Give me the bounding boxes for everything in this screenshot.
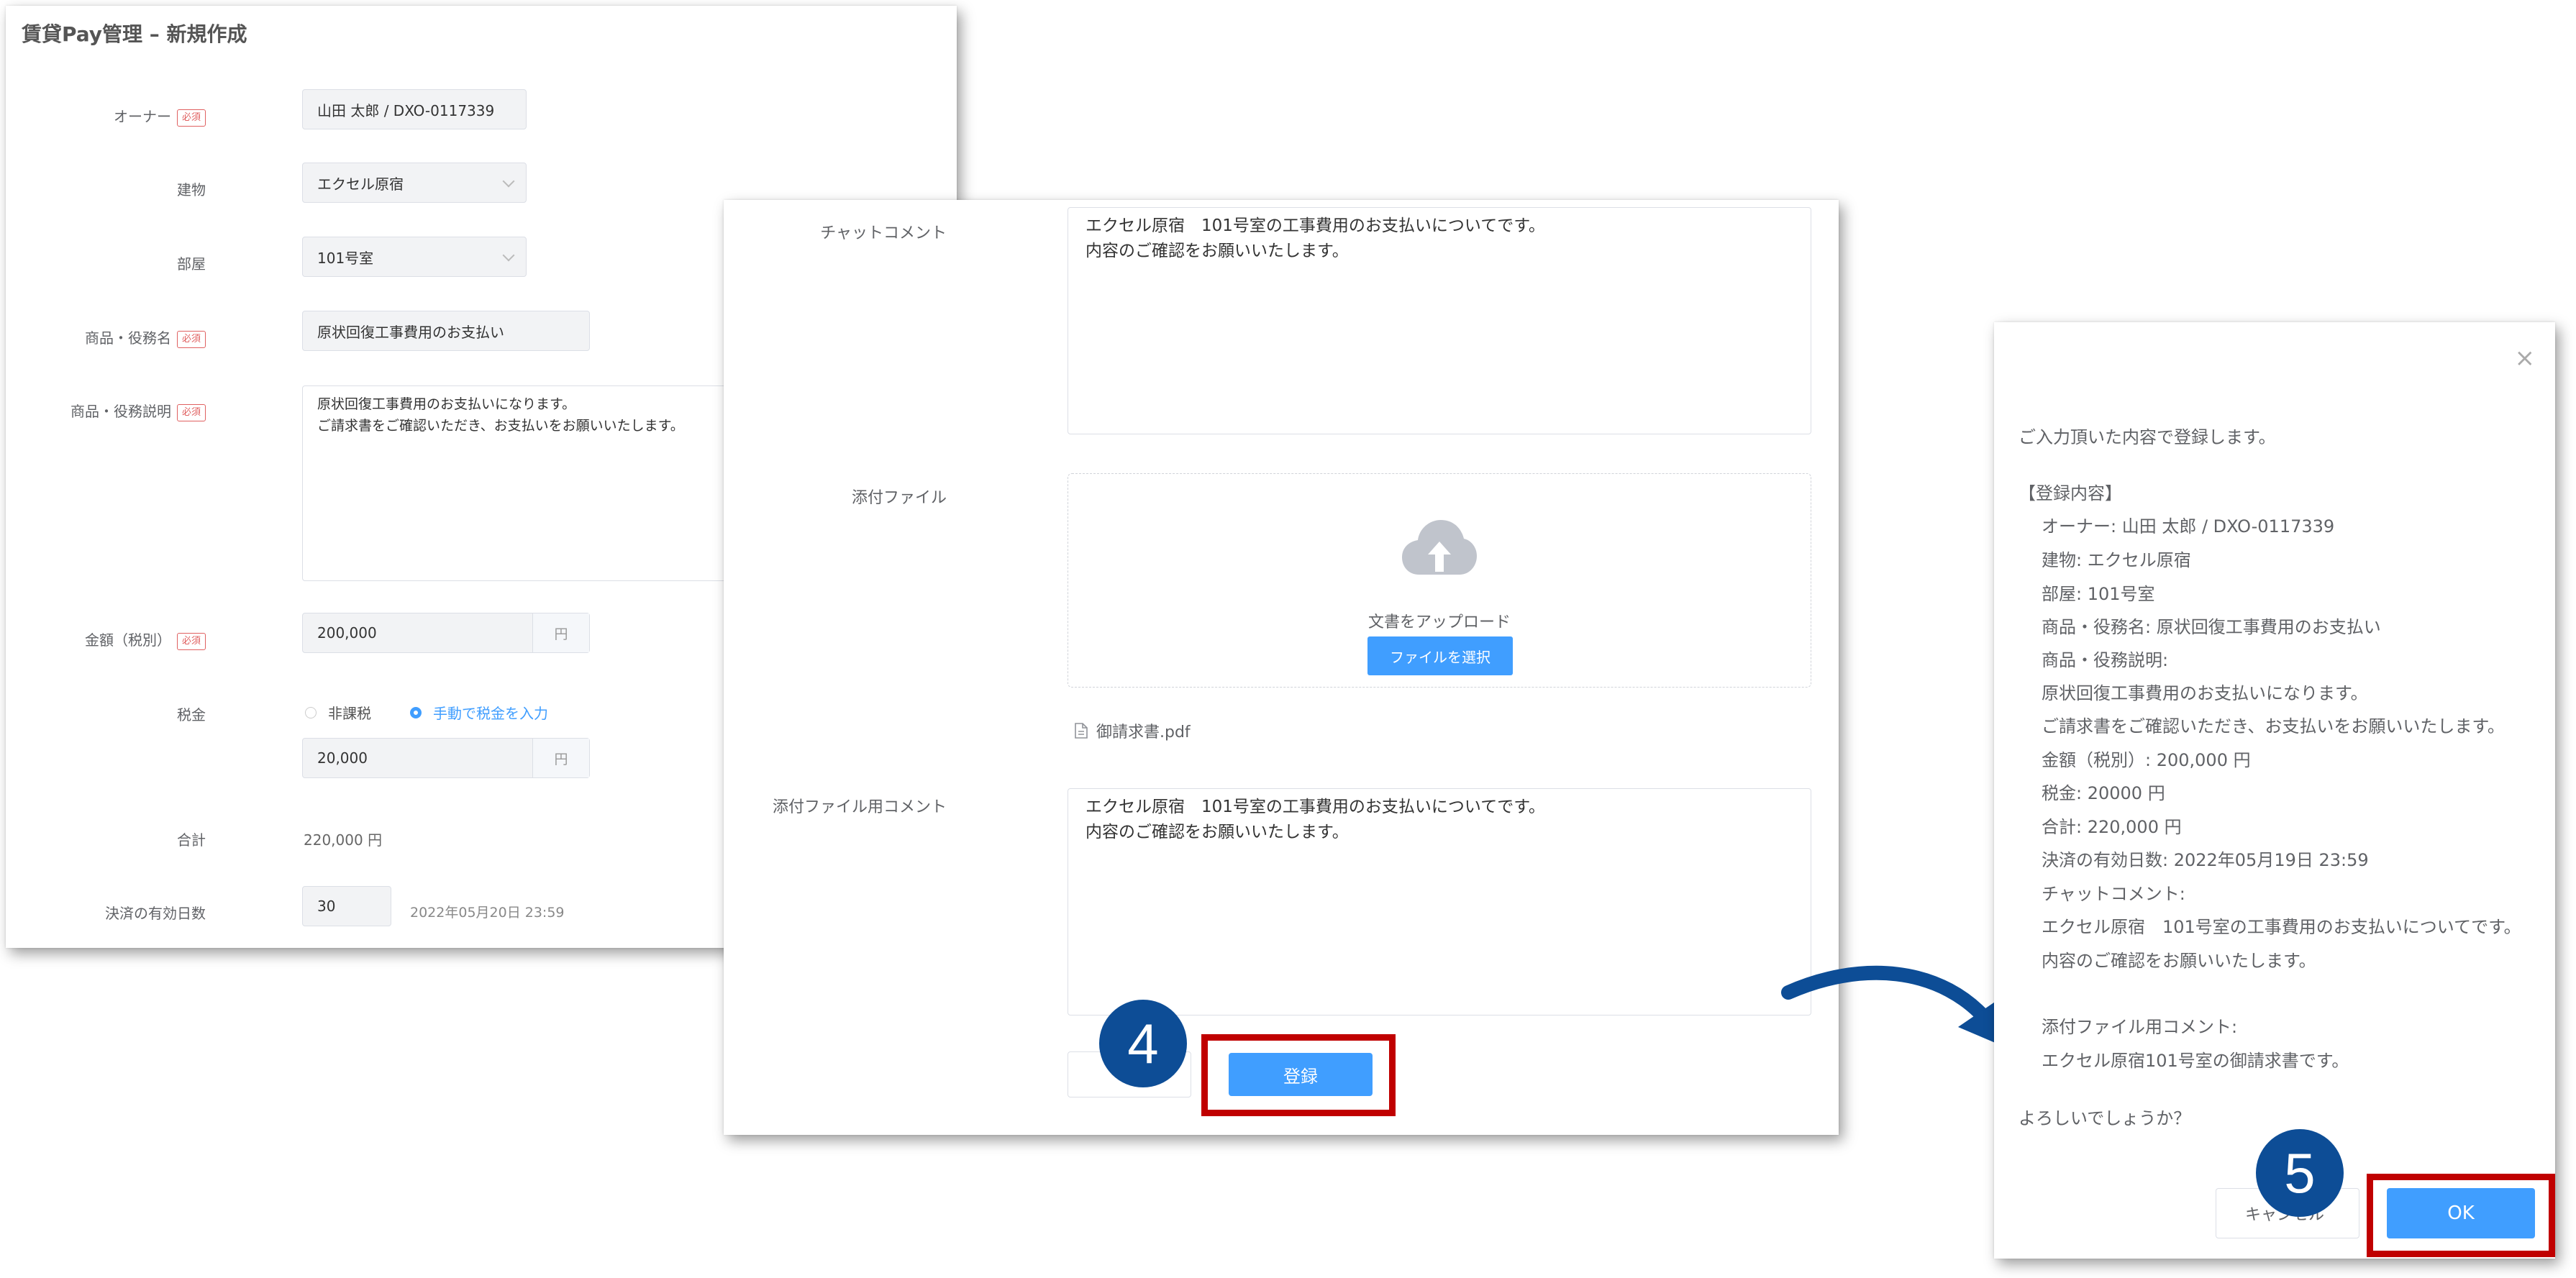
attachment-label: 添付ファイル [851,489,947,507]
step-4-marker: 4 [1099,1000,1187,1087]
tax-label: 税金 [177,706,206,724]
tax-amount-field[interactable]: 20,000 円 [302,738,590,778]
building-label: 建物 [177,181,206,198]
required-badge: 必須 [176,632,206,650]
dialog-detail-line: 商品・役務説明: [2042,650,2169,670]
validity-deadline: 2022年05月20日 23:59 [410,905,565,921]
chat-comment-textarea[interactable]: エクセル原宿 101号室の工事費用のお支払いについてです。 内容のご確認をお願い… [1068,207,1811,434]
dialog-detail-line: 部屋: 101号室 [2042,584,2155,604]
tax-exempt-radio[interactable]: 非課税 [305,702,371,723]
step-5-marker: 5 [2256,1129,2344,1217]
currency-unit: 円 [532,739,589,777]
owner-label: オーナー 必須 [19,105,206,127]
document-icon [1075,723,1088,739]
upload-text: 文書をアップロード [1367,613,1511,631]
ok-button[interactable]: OK [2387,1188,2535,1238]
tax-manual-radio[interactable]: 手動で税金を入力 [410,702,548,723]
validity-label: 決済の有効日数 [105,905,206,922]
building-select[interactable]: エクセル原宿 [302,163,527,203]
chat-comment-label: チャットコメント [820,224,947,242]
dialog-detail-line: 内容のご確認をお願いいたします。 [2042,951,2316,971]
chevron-down-icon [502,249,515,262]
dialog-intro: ご入力頂いた内容で登録します。 [2019,427,2276,447]
radio-on-icon [410,706,422,718]
room-select[interactable]: 101号室 [302,237,527,277]
amount-field[interactable]: 200,000 円 [302,613,590,653]
choose-file-button[interactable]: ファイルを選択 [1367,636,1513,675]
attachment-comment-textarea[interactable]: エクセル原宿 101号室の工事費用のお支払いについてです。 内容のご確認をお願い… [1068,788,1811,1015]
dialog-detail-line: オーナー: 山田 太郎 / DXO-0117339 [2042,516,2335,537]
required-badge: 必須 [176,403,206,421]
radio-off-icon [305,706,317,718]
dialog-attach-comment: エクセル原宿101号室の御請求書です。 [2042,1051,2349,1071]
file-name: 御請求書.pdf [1096,724,1191,741]
dialog-detail-line: 金額（税別）: 200,000 円 [2042,750,2251,770]
total-value: 220,000 円 [304,831,383,849]
dialog-detail-line: 税金: 20000 円 [2042,783,2165,803]
room-label: 部屋 [177,255,206,273]
owner-field[interactable]: 山田 太郎 / DXO-0117339 [302,89,527,129]
product-name-label: 商品・役務名 必須 [19,327,206,348]
total-label: 合計 [177,831,206,849]
cloud-upload-icon [1402,520,1477,575]
room-value: 101号室 [317,249,374,267]
dialog-detail-line: 商品・役務名: 原状回復工事費用のお支払い [2042,617,2381,637]
currency-unit: 円 [532,613,589,652]
dialog-detail-line: 合計: 220,000 円 [2042,817,2182,837]
attached-file[interactable]: 御請求書.pdf [1075,719,1191,742]
confirm-dialog: × ご入力頂いた内容で登録します。 【登録内容】 オーナー: 山田 太郎 / D… [1994,322,2555,1259]
required-badge: 必須 [176,109,206,127]
register-button[interactable]: 登録 [1229,1053,1373,1096]
building-value: エクセル原宿 [317,175,404,193]
attachment-comment-label: 添付ファイル用コメント [772,798,947,816]
dialog-detail-line: エクセル原宿 101号室の工事費用のお支払いについてです。 [2042,917,2521,937]
dialog-heading: 【登録内容】 [2019,483,2122,503]
dialog-attach-comment-label: 添付ファイル用コメント: [2042,1017,2238,1037]
chevron-down-icon [502,175,515,188]
dialog-detail-line: 決済の有効日数: 2022年05月19日 23:59 [2042,850,2369,870]
dialog-detail-line: 建物: エクセル原宿 [2042,550,2191,570]
required-badge: 必須 [176,330,206,348]
page-title: 賃貸Pay管理 – 新規作成 [22,22,247,46]
product-desc-label: 商品・役務説明 必須 [19,400,206,421]
validity-days-field[interactable]: 30 [302,886,391,926]
file-dropzone[interactable]: 文書をアップロード ファイルを選択 [1068,473,1811,688]
dialog-question: よろしいでしょうか？ [2019,1108,2191,1128]
close-icon[interactable]: × [2515,344,2536,373]
dialog-detail-line: ご請求書をご確認いただき、お支払いをお願いいたします。 [2042,716,2505,736]
dialog-detail-line: 原状回復工事費用のお支払いになります。 [2042,683,2368,703]
product-name-field[interactable]: 原状回復工事費用のお支払い [302,311,590,351]
comment-upload-panel: チャットコメント エクセル原宿 101号室の工事費用のお支払いについてです。 内… [724,200,1839,1135]
dialog-detail-line: チャットコメント: [2042,884,2185,904]
amount-label: 金額（税別） 必須 [19,629,206,650]
